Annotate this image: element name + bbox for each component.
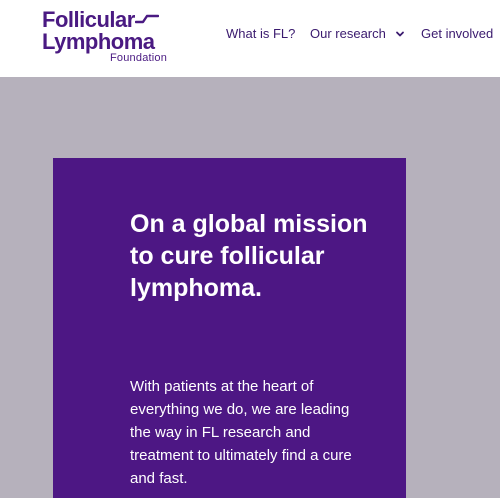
nav-item-our-research[interactable]: Our research [310,26,405,42]
nav-item-what-is-fl[interactable]: What is FL? [226,26,295,42]
nav-item-label: Our research [310,26,386,41]
logo-word-lymphoma: Lymphoma [42,29,155,54]
hero-description: With patients at the heart of everything… [130,378,352,487]
hero-card: On a global mission to cure follicular l… [53,158,406,498]
site-header: Follicular Lymphoma Foundation What is F… [0,0,500,77]
logo-word-foundation: Foundation [110,52,168,64]
nav-item-label: What is FL? [226,26,296,41]
logo-swoosh-icon [135,14,159,24]
foundation-logo[interactable]: Follicular Lymphoma Foundation [42,8,167,66]
nav-item-label: Get involved [421,26,494,41]
hero-title: On a global mission to cure follicular l… [130,210,368,302]
nav-item-get-involved[interactable]: Get involved [421,26,493,42]
chevron-down-icon[interactable] [395,29,405,39]
